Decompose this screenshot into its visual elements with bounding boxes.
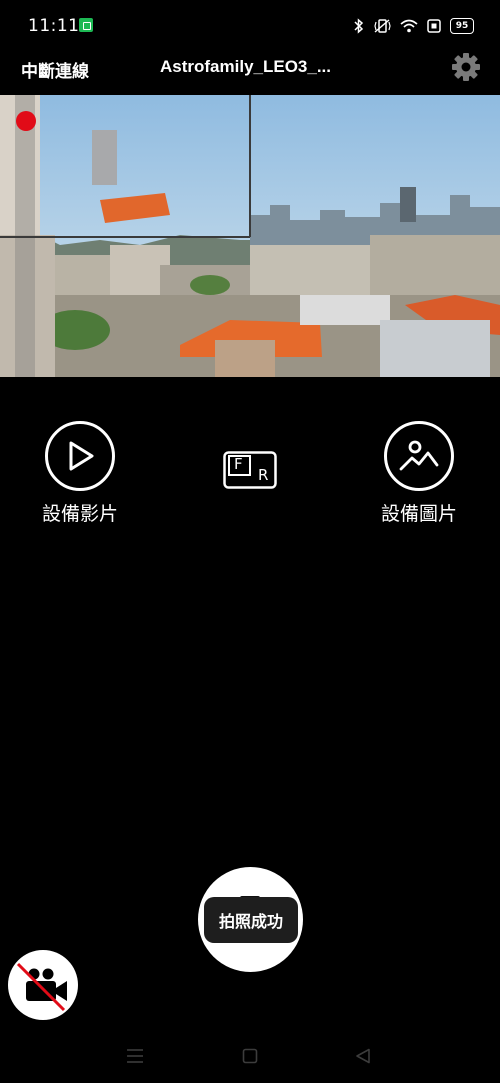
front-rear-icon	[223, 451, 277, 489]
device-photo-button[interactable]: 設備圖片	[381, 421, 457, 526]
gear-icon[interactable]	[449, 50, 483, 84]
screen-record-icon	[427, 19, 441, 33]
rear-letter: R	[258, 466, 269, 484]
front-rear-switch-button[interactable]: F R	[223, 451, 277, 489]
top-bar: 中斷連線 Astrofamily_LEO3_...	[0, 52, 500, 94]
front-letter: F	[234, 455, 243, 473]
system-navigation-bar	[0, 1040, 500, 1080]
camera-scene-image	[0, 95, 500, 377]
device-name-title: Astrofamily_LEO3_...	[160, 57, 332, 76]
recording-toggle-button[interactable]	[8, 950, 78, 1020]
status-bar: 11:11 95	[0, 0, 500, 52]
battery-icon: 95	[450, 18, 474, 34]
vibrate-icon	[374, 19, 391, 33]
disconnect-button[interactable]: 中斷連線	[21, 57, 89, 82]
wifi-icon	[400, 19, 418, 33]
status-time: 11:11	[28, 16, 80, 36]
device-photo-label: 設備圖片	[381, 503, 458, 525]
video-camera-off-icon	[16, 962, 67, 1012]
image-icon	[384, 421, 454, 491]
recording-indicator-icon	[16, 111, 36, 131]
device-video-label: 設備影片	[42, 503, 119, 525]
play-icon	[45, 421, 115, 491]
back-icon[interactable]	[355, 1048, 371, 1064]
camera-live-view[interactable]	[0, 95, 500, 377]
capture-success-toast: 拍照成功	[204, 897, 298, 943]
home-icon[interactable]	[242, 1048, 258, 1064]
device-video-button[interactable]: 設備影片	[42, 421, 118, 526]
status-icons: 95	[354, 16, 474, 36]
bluetooth-icon	[354, 18, 364, 34]
app-notification-icon	[79, 18, 93, 32]
menu-icon[interactable]	[126, 1048, 144, 1064]
